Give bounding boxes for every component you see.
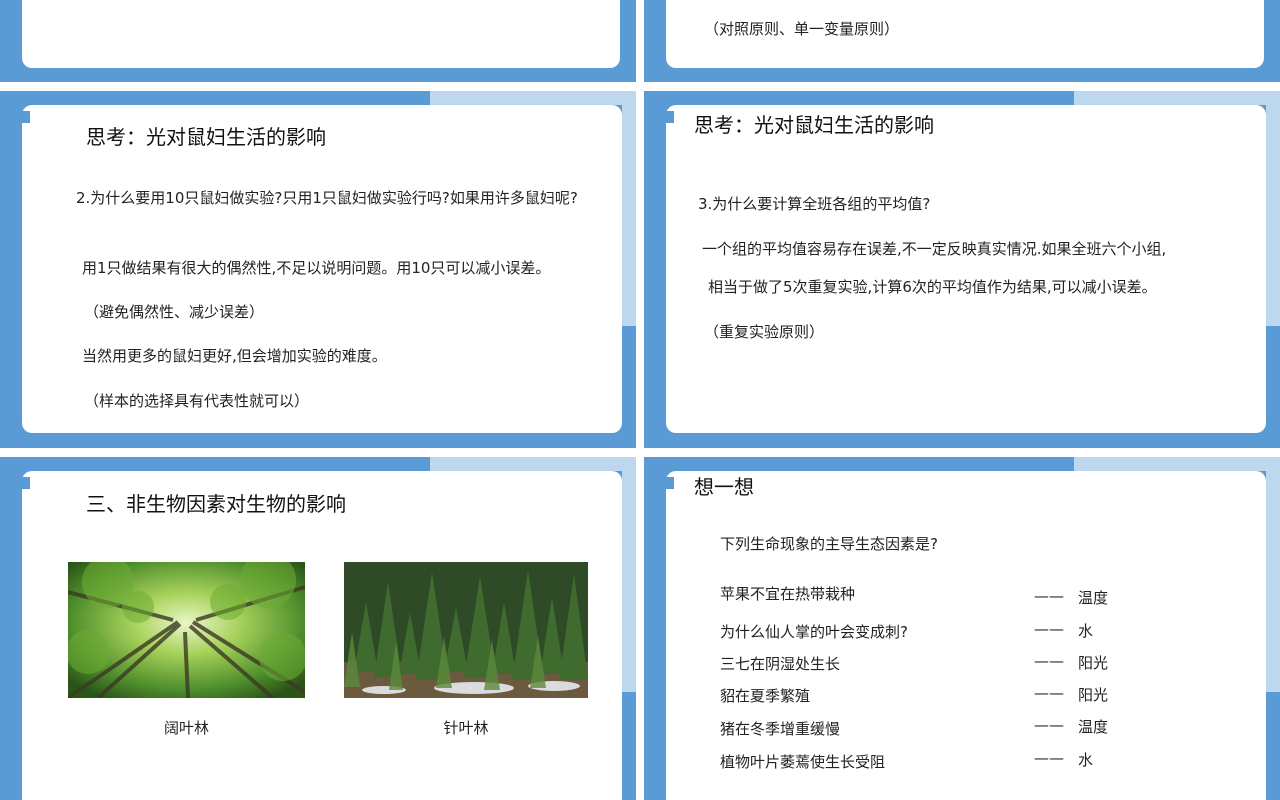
decor-light-strip <box>1074 91 1280 105</box>
factor-answer: 阳光 <box>1078 686 1109 704</box>
answer-line: 用1只做结果有很大的偶然性,不足以说明问题。用10只可以减小误差。 <box>82 259 551 277</box>
principle-note: （对照原则、单一变量原则） <box>704 20 900 38</box>
phenomenon-text: 三七在阴湿处生长 <box>720 655 841 673</box>
answer-line: 相当于做了5次重复实验,计算6次的平均值作为结果,可以减小误差。 <box>708 278 1157 296</box>
factor-answer: 温度 <box>1078 718 1109 736</box>
factor-answer: 温度 <box>1078 589 1109 607</box>
title-accent-bar <box>0 111 30 123</box>
phenomenon-text: 猪在冬季增重缓慢 <box>720 720 841 738</box>
slide-card <box>666 105 1266 433</box>
dash-connector: —— <box>1034 652 1064 670</box>
phenomenon-text: 植物叶片萎蔫使生长受阻 <box>720 753 886 771</box>
decor-light-strip <box>430 457 636 471</box>
dash-connector: —— <box>1034 749 1064 767</box>
slide-title: 思考：光对鼠妇生活的影响 <box>694 113 934 137</box>
phenomenon-text: 貂在夏季繁殖 <box>720 687 811 705</box>
image-caption: 针叶林 <box>443 719 489 737</box>
decor-light-strip-side <box>622 91 636 326</box>
dash-connector: —— <box>1034 684 1064 702</box>
decor-light-strip <box>1074 457 1280 471</box>
broadleaf-forest-photo <box>68 562 305 698</box>
title-accent-bar <box>644 111 674 123</box>
conifer-forest-image <box>344 562 588 698</box>
dash-connector: —— <box>1034 716 1064 734</box>
dash-connector: —— <box>1034 587 1064 605</box>
phenomenon-text: 苹果不宜在热带栽种 <box>720 585 856 603</box>
answer-line: （样本的选择具有代表性就可以） <box>84 392 310 410</box>
slide-title: 思考：光对鼠妇生活的影响 <box>86 125 326 149</box>
answer-line: 一个组的平均值容易存在误差,不一定反映真实情况.如果全班六个小组, <box>702 240 1167 258</box>
title-accent-bar <box>0 477 30 489</box>
answer-line: （避免偶然性、减少误差） <box>84 303 265 321</box>
slide-mid-left[interactable]: 思考：光对鼠妇生活的影响 2.为什么要用10只鼠妇做实验?只用1只鼠妇做实验行吗… <box>0 91 636 448</box>
dash-connector: —— <box>1034 620 1064 638</box>
slide-bottom-right[interactable]: 想一想 下列生命现象的主导生态因素是? 苹果不宜在热带栽种 —— 温度 为什么仙… <box>644 457 1280 800</box>
answer-line: 当然用更多的鼠妇更好,但会增加实验的难度。 <box>82 347 387 365</box>
decor-light-strip-side <box>622 457 636 692</box>
factor-answer: 水 <box>1078 751 1094 769</box>
question-text: 2.为什么要用10只鼠妇做实验?只用1只鼠妇做实验行吗?如果用许多鼠妇呢? <box>76 189 578 207</box>
broadleaf-forest-image <box>68 562 305 698</box>
slide-card <box>22 0 620 68</box>
decor-light-strip <box>430 91 636 105</box>
slide-title: 三、非生物因素对生物的影响 <box>86 492 346 516</box>
decor-light-strip-side <box>1266 457 1280 692</box>
factor-answer: 阳光 <box>1078 654 1109 672</box>
question-text: 下列生命现象的主导生态因素是? <box>720 535 938 553</box>
question-text: 3.为什么要计算全班各组的平均值? <box>698 195 931 213</box>
decor-light-strip-side <box>1266 91 1280 326</box>
conifer-forest-photo <box>344 562 588 698</box>
slide-top-right[interactable]: （对照原则、单一变量原则） <box>644 0 1280 82</box>
slide-title: 想一想 <box>694 475 754 499</box>
slide-bottom-left[interactable]: 三、非生物因素对生物的影响 阔叶林 针叶林 <box>0 457 636 800</box>
image-caption: 阔叶林 <box>163 719 209 737</box>
answer-line: （重复实验原则） <box>704 323 825 341</box>
slide-top-left[interactable] <box>0 0 636 82</box>
title-accent-bar <box>644 477 674 489</box>
factor-answer: 水 <box>1078 622 1094 640</box>
slide-mid-right[interactable]: 思考：光对鼠妇生活的影响 3.为什么要计算全班各组的平均值? 一个组的平均值容易… <box>644 91 1280 448</box>
phenomenon-text: 为什么仙人掌的叶会变成刺? <box>720 623 908 641</box>
